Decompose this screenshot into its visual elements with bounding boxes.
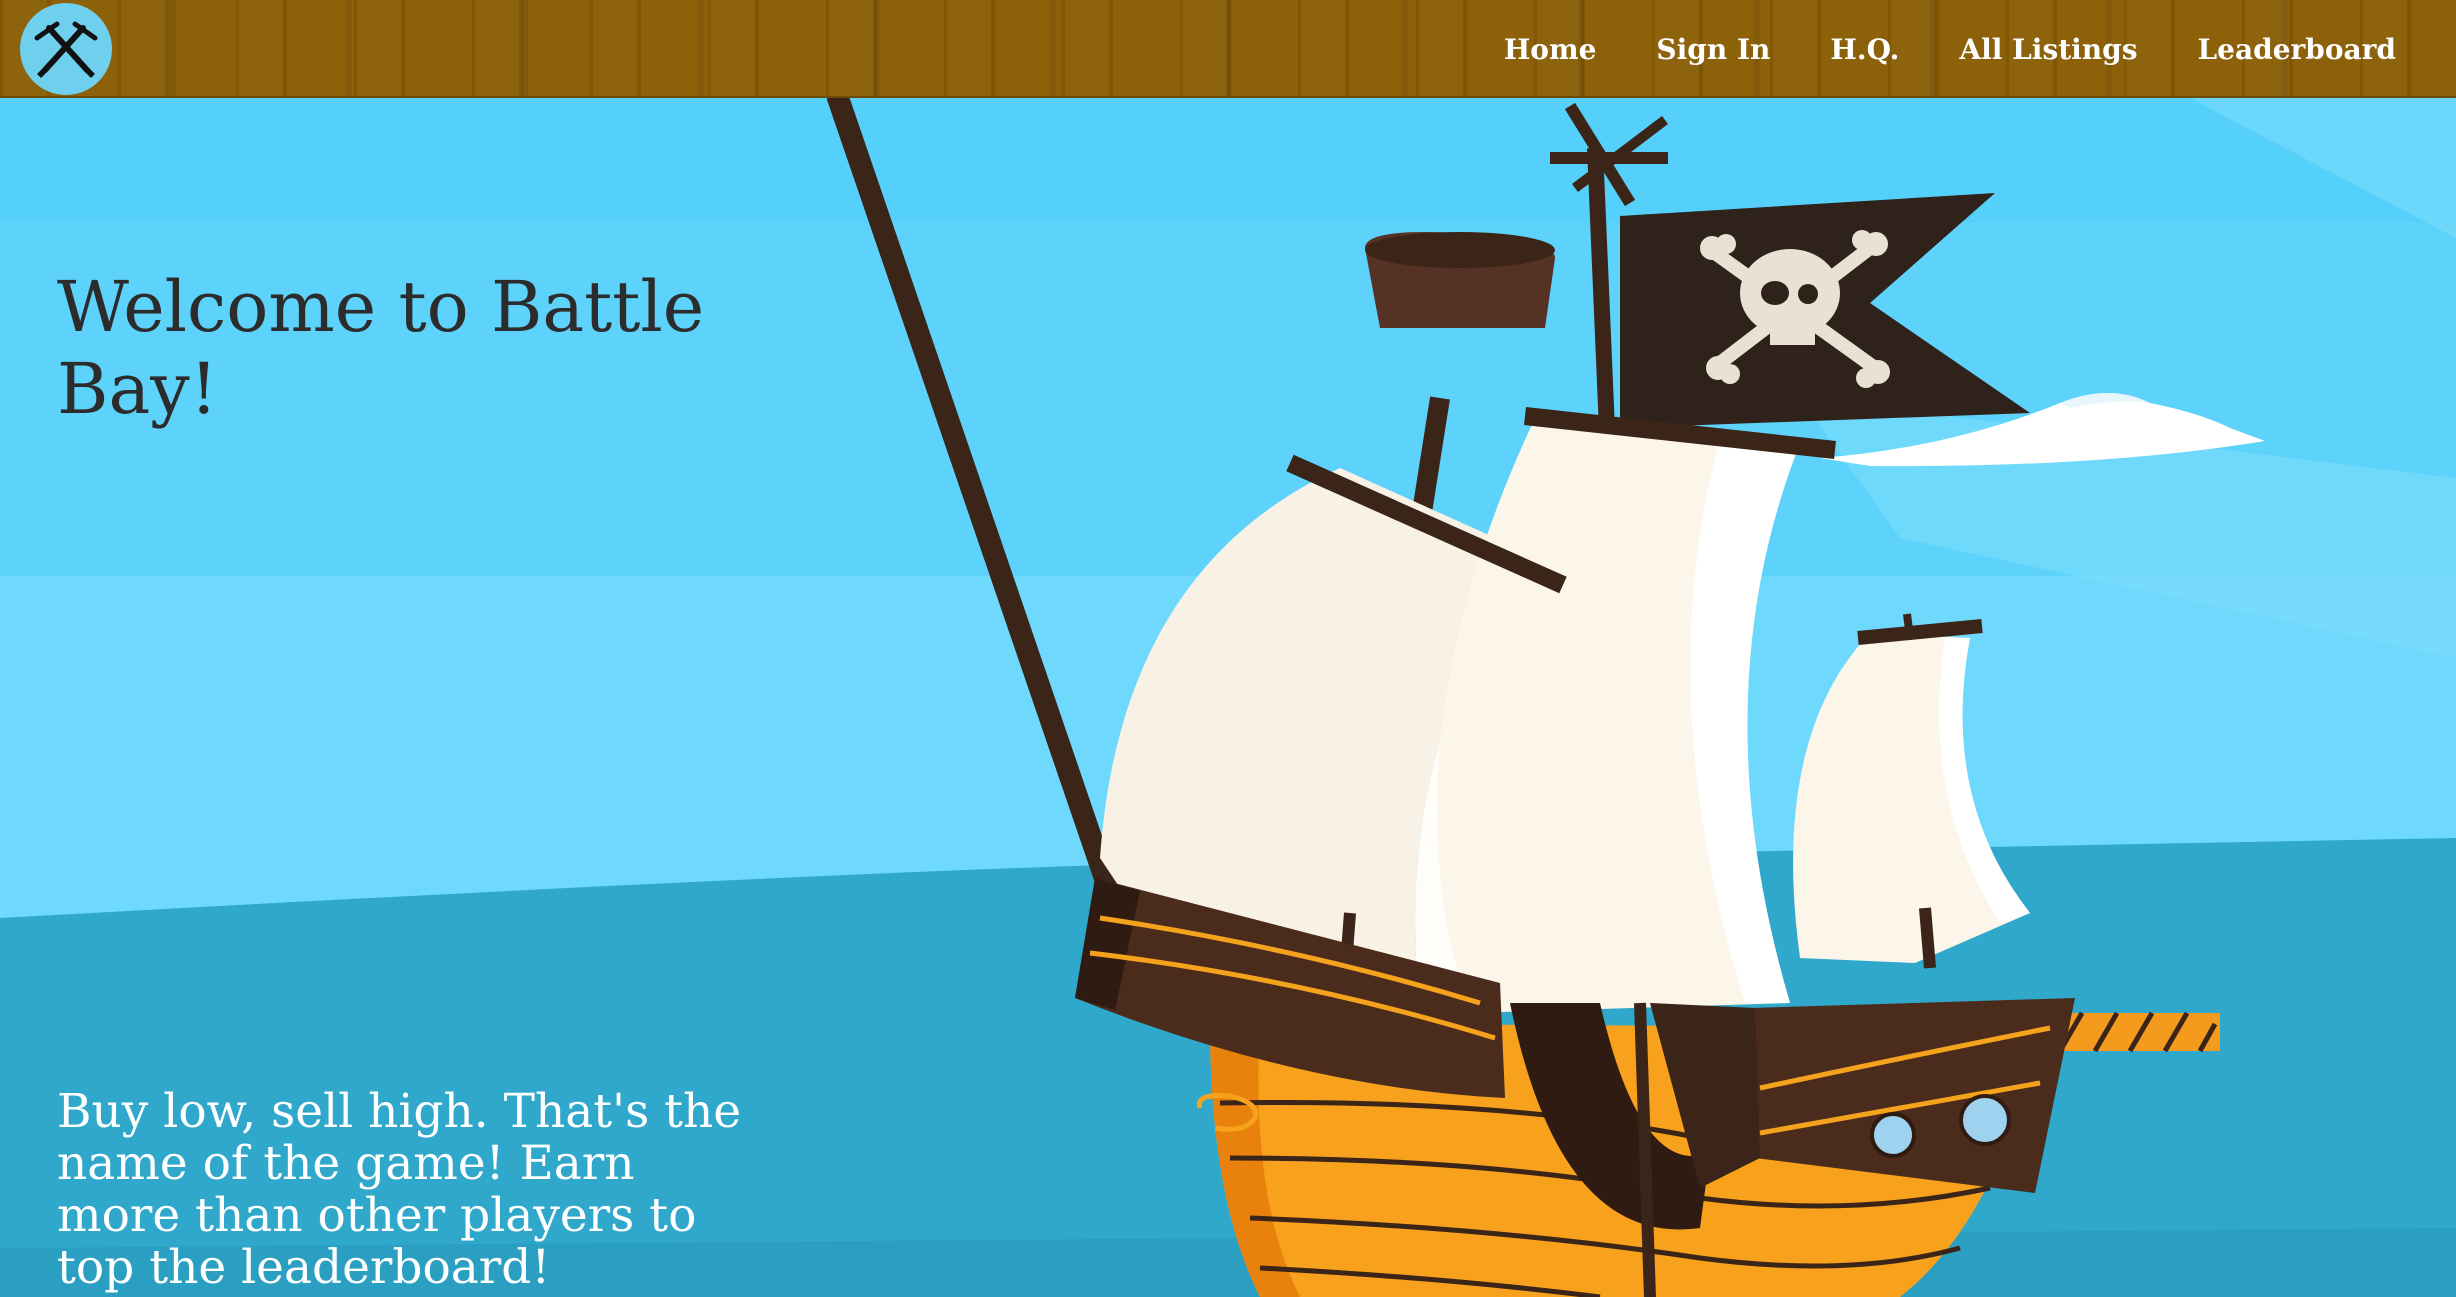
hero-section: Welcome to Battle Bay! Buy low, sell hig… (0, 98, 2456, 1297)
nav-home-link[interactable]: Home (1504, 33, 1597, 66)
nav-sign-in-link[interactable]: Sign In (1656, 33, 1770, 66)
hero-title: Welcome to Battle Bay! (57, 266, 705, 430)
nav-all-listings-link[interactable]: All Listings (1959, 33, 2137, 66)
logo[interactable] (20, 3, 112, 95)
nav-links: Home Sign In H.Q. All Listings Leaderboa… (1444, 0, 2396, 98)
navbar: Home Sign In H.Q. All Listings Leaderboa… (0, 0, 2456, 98)
hero-tagline: Buy low, sell high. That's the name of t… (57, 1084, 742, 1295)
nav-hq-link[interactable]: H.Q. (1830, 33, 1899, 66)
crossed-swords-icon (34, 21, 98, 78)
nav-leaderboard-link[interactable]: Leaderboard (2197, 33, 2396, 66)
